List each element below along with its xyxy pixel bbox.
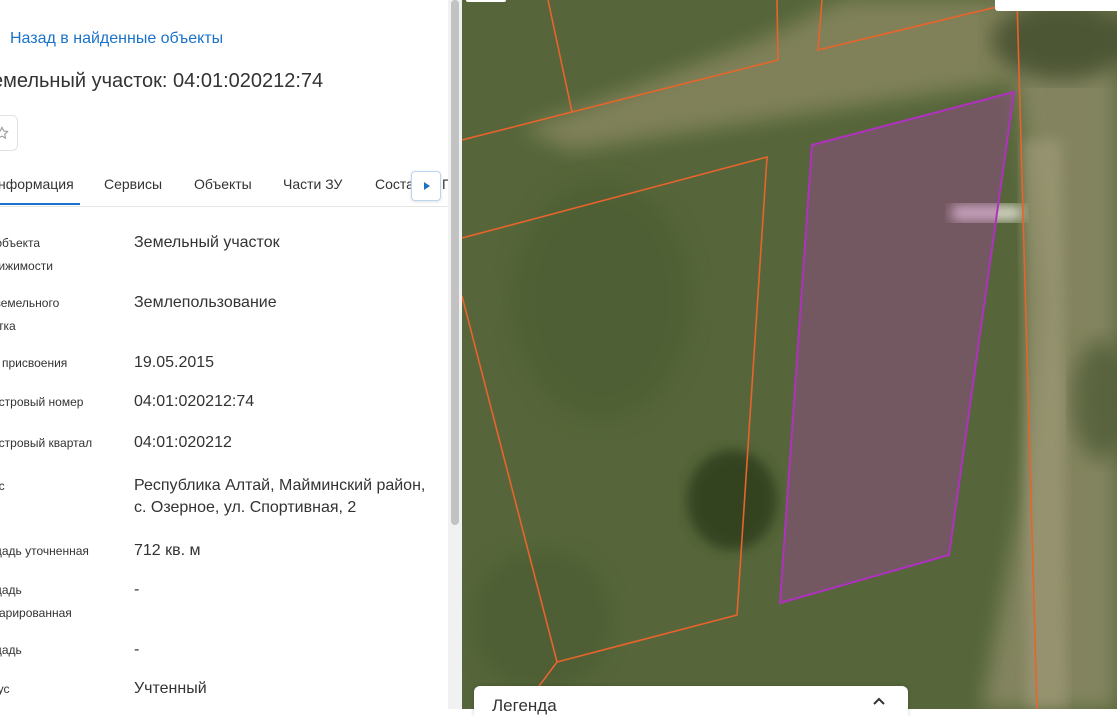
property-label: ес [0, 479, 5, 493]
property-label: щадь ларированная [0, 583, 72, 620]
property-value: Земельный участок [134, 234, 280, 251]
property-label: тус [0, 682, 10, 696]
property-value: 19.05.2015 [134, 354, 215, 371]
property-label: щадь [0, 643, 22, 657]
property-label: астровый квартал [0, 436, 93, 450]
satellite-map [462, 0, 1117, 709]
property-value: 712 кв. м [134, 542, 201, 559]
property-label: земельного стка [0, 296, 60, 333]
property-value: - [134, 641, 140, 658]
property-label: щадь уточненная [0, 544, 89, 558]
page-title: емельный участок: 04:01:020212:74 [0, 70, 324, 92]
chevron-up-icon[interactable] [872, 696, 886, 706]
object-info-panel: Назад в найденные объекты емельный участ… [0, 0, 448, 709]
tab-information[interactable]: нформация [0, 176, 74, 192]
tab-objects[interactable]: Объекты [194, 176, 252, 192]
property-value: Республика Алтай, Майминский район, с. О… [134, 477, 426, 516]
legend-title: Легенда [492, 696, 557, 715]
property-label: а присвоения [2, 356, 68, 370]
property-value: 04:01:020212 [134, 434, 232, 451]
tab-services[interactable]: Сервисы [104, 176, 162, 192]
caret-right-icon [424, 182, 430, 190]
map-control-panel[interactable] [995, 0, 1117, 11]
active-tab-indicator [0, 203, 80, 205]
object-tabs: нформация Сервисы Объекты Части ЗУ Соста… [0, 160, 448, 207]
property-value: Землепользование [134, 294, 277, 311]
property-value: 04:01:020212:74 [134, 393, 255, 410]
tab-parcel-parts[interactable]: Части ЗУ [283, 176, 342, 192]
back-to-results-link[interactable]: Назад в найденные объекты [10, 30, 223, 48]
favorite-button[interactable] [0, 115, 18, 151]
panel-scrollbar-thumb[interactable] [451, 0, 459, 525]
tab-composition[interactable]: Соста [375, 176, 414, 192]
star-icon [0, 126, 9, 139]
legend-panel[interactable]: Легенда [474, 686, 908, 716]
map-control-button[interactable] [466, 0, 506, 2]
property-label: астровый номер [0, 395, 84, 409]
map-view[interactable] [462, 0, 1117, 709]
property-label: объекта вижимости [0, 236, 53, 273]
tabs-scroll-right-button[interactable] [411, 171, 441, 201]
property-value: - [134, 581, 140, 598]
property-value: Учтенный [134, 680, 207, 697]
